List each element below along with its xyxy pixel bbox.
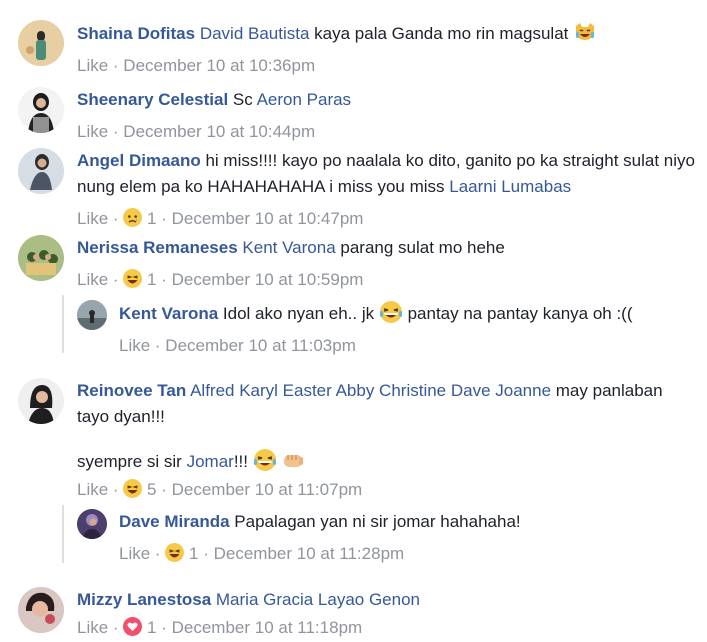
timestamp[interactable]: December 10 at 11:07pm	[172, 480, 363, 499]
comment-text: syempre si sir	[77, 452, 187, 471]
comment-author[interactable]: Reinovee Tan	[77, 381, 186, 400]
reaction-count[interactable]: 5	[147, 480, 156, 499]
comment-text: kaya pala Ganda mo rin magsulat	[309, 24, 574, 43]
timestamp[interactable]: December 10 at 11:03pm	[165, 336, 356, 355]
like-link[interactable]: Like	[77, 56, 108, 75]
comment-text: Sc	[228, 90, 257, 109]
comment-author[interactable]: Mizzy Lanestosa	[77, 590, 211, 609]
comment-author[interactable]: Kent Varona	[119, 304, 218, 323]
mention-link[interactable]: Jomar	[187, 452, 234, 471]
timestamp[interactable]: December 10 at 11:28pm	[214, 544, 405, 563]
avatar[interactable]	[77, 509, 107, 539]
comment-author[interactable]: Nerissa Remaneses	[77, 238, 238, 257]
comment-author[interactable]: Dave Miranda	[119, 512, 230, 531]
like-link[interactable]: Like	[77, 480, 108, 499]
reply-thread-line	[62, 295, 64, 353]
haha-reaction-icon[interactable]	[123, 479, 143, 498]
comment-author[interactable]: Shaina Dofitas	[77, 24, 195, 43]
mention-link[interactable]: Maria Gracia Layao Genon	[216, 590, 420, 609]
timestamp[interactable]: December 10 at 10:59pm	[172, 270, 364, 289]
comment-text: parang sulat mo hehe	[335, 238, 505, 257]
haha-reaction-icon[interactable]	[123, 269, 143, 288]
haha-reaction-icon[interactable]	[165, 543, 185, 562]
like-link[interactable]: Like	[77, 270, 108, 289]
comment-author[interactable]: Angel Dimaano	[77, 151, 201, 170]
like-link[interactable]: Like	[77, 209, 108, 228]
comment-text: !!!	[233, 452, 253, 471]
avatar[interactable]	[18, 148, 64, 194]
avatar[interactable]	[18, 587, 64, 633]
avatar[interactable]	[18, 20, 64, 66]
comment-text: pantay na pantay kanya oh :((	[402, 304, 633, 323]
love-reaction-icon[interactable]	[123, 617, 143, 636]
comment-author[interactable]: Sheenary Celestial	[77, 90, 228, 109]
comment-text: Papalagan yan ni sir jomar hahahaha!	[229, 512, 521, 531]
avatar[interactable]	[18, 87, 64, 133]
laughing-tears-emoji	[253, 448, 277, 472]
mention-link[interactable]: Alfred Karyl Easter Abby Christine Dave …	[190, 381, 551, 400]
reaction-count[interactable]: 1	[147, 618, 156, 637]
mention-link[interactable]: Kent Varona	[242, 238, 335, 257]
mention-link[interactable]: Aeron Paras	[257, 90, 352, 109]
reaction-count[interactable]: 1	[189, 544, 198, 563]
like-link[interactable]: Like	[77, 122, 108, 141]
like-link[interactable]: Like	[77, 618, 108, 637]
laughing-cat-emoji	[573, 20, 597, 44]
timestamp[interactable]: December 10 at 10:47pm	[172, 209, 364, 228]
fist-emoji	[281, 448, 305, 472]
avatar[interactable]	[77, 300, 107, 330]
comment-text: Idol ako nyan eh.. jk	[218, 304, 379, 323]
like-link[interactable]: Like	[119, 544, 150, 563]
sad-reaction-icon[interactable]	[123, 208, 143, 227]
timestamp[interactable]: December 10 at 10:44pm	[123, 122, 315, 141]
avatar[interactable]	[18, 235, 64, 281]
avatar[interactable]	[18, 378, 64, 424]
reaction-count[interactable]: 1	[147, 270, 156, 289]
reply-thread-line	[62, 505, 64, 563]
reaction-count[interactable]: 1	[147, 209, 156, 228]
timestamp[interactable]: December 10 at 10:36pm	[123, 56, 315, 75]
mention-link[interactable]: Laarni Lumabas	[449, 177, 571, 196]
mention-link[interactable]: David Bautista	[200, 24, 310, 43]
like-link[interactable]: Like	[119, 336, 150, 355]
laughing-tears-emoji	[379, 300, 403, 324]
timestamp[interactable]: December 10 at 11:18pm	[172, 618, 363, 637]
